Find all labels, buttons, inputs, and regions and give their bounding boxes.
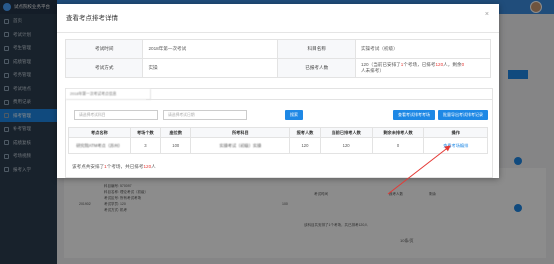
cell-rooms: 3 bbox=[129, 137, 162, 154]
table-row: 研究院ATM考点（苏州） 3 100 实操考试（初级）实操 120 120 0 查看考场编排 bbox=[68, 137, 488, 154]
cell-arranged: 120 bbox=[319, 137, 373, 154]
cell-name: 研究院ATM考点（苏州） bbox=[68, 137, 131, 154]
column-header: 当前已排考人数 bbox=[319, 127, 373, 138]
exam-site-table: 考点名称 考场个数 座位数 所考科目 报考人数 当前已排考人数 剩余未排考人数 操作 研究院A… bbox=[68, 127, 488, 154]
close-icon[interactable]: × bbox=[485, 11, 489, 18]
cell-remaining: 0 bbox=[371, 137, 425, 154]
applicants-post: 人未排考） bbox=[360, 68, 384, 73]
exam-info-table: 考试时间 2018年第一次考试 科目名称 实操考试（初级） 考试方式 实操 已报… bbox=[64, 39, 492, 78]
view-rooms-button[interactable]: 查看考试排考考场 bbox=[393, 110, 435, 120]
date-select[interactable]: 请选择考试日期 bbox=[163, 110, 247, 120]
column-header: 考场个数 bbox=[129, 127, 162, 138]
column-header: 剩余未排考人数 bbox=[371, 127, 425, 138]
subject-name-label: 科目名称 bbox=[277, 39, 356, 59]
applicants-mid2: 人，剩余 bbox=[443, 62, 462, 67]
batch-export-button[interactable]: 批量导出考试排考记录 bbox=[438, 110, 488, 120]
tab-exam-site[interactable]: 2018年第一次考试考点信息 bbox=[66, 89, 151, 100]
column-header: 座位数 bbox=[160, 127, 192, 138]
divider bbox=[146, 99, 492, 100]
column-header: 所考科目 bbox=[190, 127, 291, 138]
applicants-mid1: 个考场，已排考 bbox=[403, 62, 436, 67]
exam-time-value: 2018年第一次考试 bbox=[142, 39, 279, 59]
exam-mode-value: 实操 bbox=[142, 58, 279, 78]
column-header: 报考人数 bbox=[289, 127, 321, 138]
applicants-value: 120（当前已安排了1个考场，已排考120人，剩余0人未排考） bbox=[354, 58, 492, 78]
exam-site-panel: 2018年第一次考试考点信息 请选择考试科目 请选择考试日期 搜索 查看考试排考… bbox=[65, 88, 493, 178]
view-room-arrangement-link[interactable]: 查看考场编排 bbox=[423, 137, 488, 154]
applicants-pre: 120（当前已安排了 bbox=[360, 62, 401, 67]
applicants-remaining: 0 bbox=[461, 62, 465, 67]
exam-time-label: 考试时间 bbox=[64, 39, 144, 59]
search-button[interactable]: 搜索 bbox=[285, 110, 303, 120]
cell-subject: 实操考试（初级）实操 bbox=[190, 137, 291, 154]
applicants-label: 已报考人数 bbox=[277, 58, 356, 78]
column-header: 操作 bbox=[423, 127, 488, 138]
column-header: 考点名称 bbox=[68, 127, 131, 138]
cell-seats: 100 bbox=[160, 137, 192, 154]
exam-detail-modal: 查看考点排考详情 × 考试时间 2018年第一次考试 科目名称 实操考试（初级）… bbox=[57, 4, 499, 178]
summary-pre: 该考点共安排了 bbox=[72, 164, 105, 169]
summary-text: 该考点共安排了1个考场，共已排考120人 bbox=[72, 164, 156, 170]
summary-post: 人 bbox=[151, 164, 156, 169]
subject-name-value: 实操考试（初级） bbox=[354, 39, 492, 59]
subject-select[interactable]: 请选择考试科目 bbox=[74, 110, 158, 120]
cell-applied: 120 bbox=[289, 137, 321, 154]
divider bbox=[57, 32, 499, 33]
modal-title: 查看考点排考详情 bbox=[66, 15, 118, 22]
exam-mode-label: 考试方式 bbox=[64, 58, 144, 78]
summary-mid: 个考场，共已排考 bbox=[106, 164, 144, 169]
